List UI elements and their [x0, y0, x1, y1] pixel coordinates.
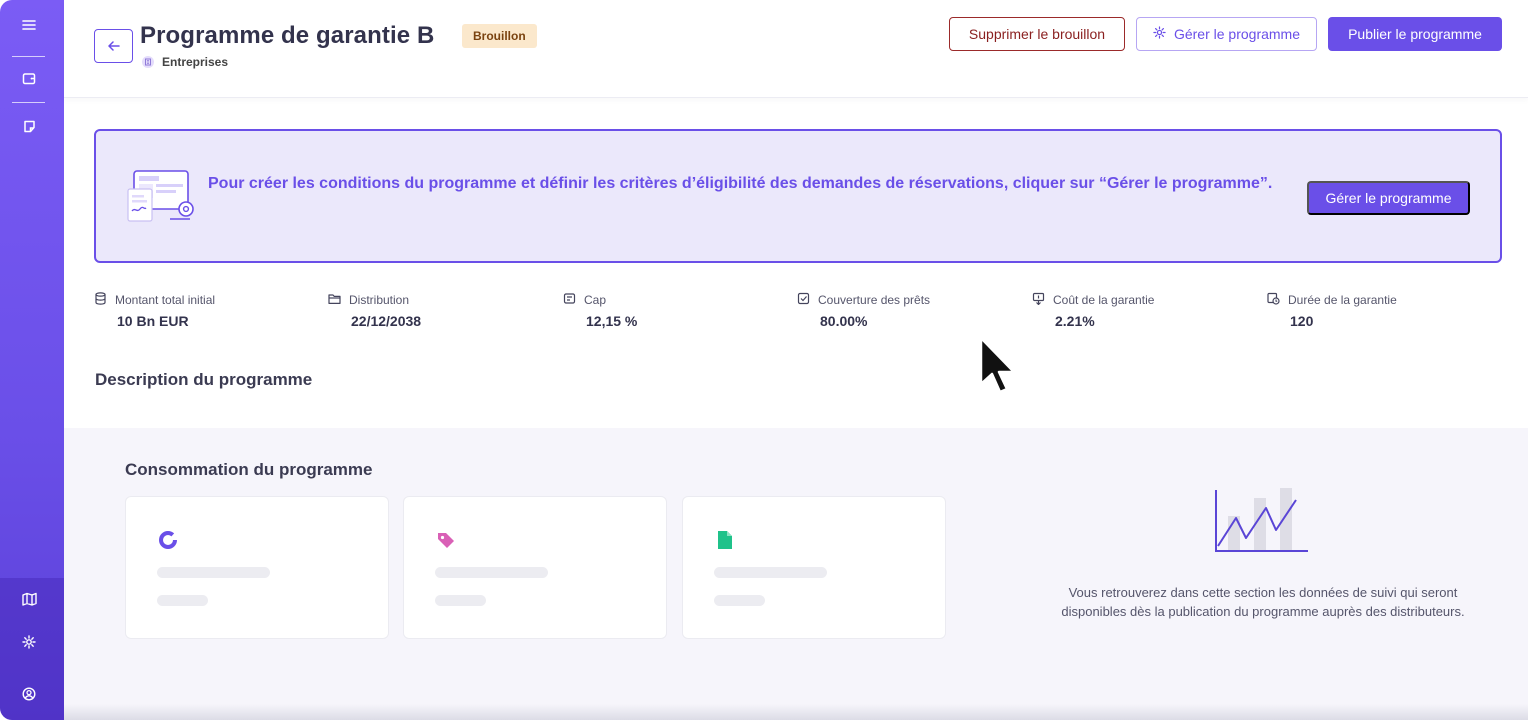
- skeleton-line: [714, 595, 765, 606]
- stat-loan-coverage: Couverture des prêts 80.00%: [797, 292, 930, 329]
- gear-icon[interactable]: [20, 633, 38, 651]
- document-icon: [714, 529, 736, 551]
- stat-guarantee-cost: Coût de la garantie 2.21%: [1032, 292, 1154, 329]
- donut-chart-icon: [157, 529, 179, 551]
- consumption-card: [125, 496, 389, 639]
- building-icon: [142, 56, 154, 68]
- stat-cap: Cap 12,15 %: [563, 292, 637, 329]
- consumption-title: Consommation du programme: [125, 460, 373, 479]
- stat-value: 80.00%: [820, 313, 868, 329]
- stat-label: Coût de la garantie: [1053, 293, 1155, 307]
- publish-program-button[interactable]: Publier le programme: [1328, 17, 1502, 51]
- stat-distribution: Distribution 22/12/2038: [328, 292, 421, 329]
- skeleton-line: [157, 595, 208, 606]
- skeleton-line: [714, 567, 827, 578]
- consumption-card: [403, 496, 667, 639]
- stat-label: Couverture des prêts: [818, 293, 931, 307]
- stat-value: 10 Bn EUR: [117, 313, 189, 329]
- tag-icon: [435, 529, 457, 551]
- program-stats: Montant total initial 10 Bn EUR Distribu…: [94, 292, 1502, 332]
- wallet-icon[interactable]: [20, 69, 38, 87]
- empty-state-message: Vous retrouverez dans cette section les …: [1061, 585, 1465, 619]
- arrow-left-icon: [107, 38, 120, 54]
- menu-icon[interactable]: [20, 16, 38, 34]
- skeleton-line: [157, 567, 270, 578]
- user-icon[interactable]: [20, 685, 38, 703]
- duration-icon: [1267, 292, 1280, 308]
- banner-manage-program-button[interactable]: Gérer le programme: [1307, 181, 1470, 215]
- coverage-icon: [797, 292, 810, 308]
- cap-icon: [563, 292, 576, 308]
- manage-program-button[interactable]: Gérer le programme: [1136, 17, 1317, 51]
- stat-value: 12,15 %: [586, 313, 638, 329]
- stat-guarantee-duration: Durée de la garantie 120: [1267, 292, 1397, 329]
- chart-placeholder-icon: [1215, 488, 1308, 552]
- cost-icon: [1032, 292, 1045, 308]
- back-button[interactable]: [94, 29, 133, 63]
- consumption-section: Consommation du programme Vous retrouver…: [64, 428, 1528, 710]
- mouse-cursor-icon: [979, 336, 1016, 394]
- manage-program-label: Gérer le programme: [1173, 26, 1301, 42]
- delete-draft-button[interactable]: Supprimer le brouillon: [949, 17, 1125, 51]
- banner-message: Pour créer les conditions du programme e…: [208, 175, 1273, 192]
- stat-label: Distribution: [349, 293, 410, 307]
- sidebar-divider: [12, 102, 45, 103]
- program-category: Entreprises: [142, 55, 228, 69]
- dashboard-illustration-icon: [127, 170, 194, 222]
- map-icon[interactable]: [20, 590, 38, 608]
- stat-value: 120: [1290, 313, 1314, 329]
- stat-value: 22/12/2038: [351, 313, 422, 329]
- subtitle-text: Entreprises: [162, 55, 229, 69]
- skeleton-line: [435, 567, 548, 578]
- description-title: Description du programme: [95, 370, 313, 389]
- stat-total-amount: Montant total initial 10 Bn EUR: [94, 292, 215, 329]
- page-title: Programme de garantie B: [140, 22, 435, 49]
- stat-label: Montant total initial: [115, 293, 216, 307]
- info-banner: Pour créer les conditions du programme e…: [94, 129, 1502, 263]
- sidebar-divider: [12, 56, 45, 57]
- skeleton-line: [435, 595, 486, 606]
- stat-label: Durée de la garantie: [1288, 293, 1397, 307]
- note-icon[interactable]: [20, 117, 38, 135]
- database-icon: [94, 292, 107, 308]
- consumption-card: [682, 496, 946, 639]
- page-header: Programme de garantie B Brouillon Entrep…: [64, 0, 1528, 98]
- status-badge: Brouillon: [462, 24, 537, 48]
- footer-shadow: [64, 704, 1528, 720]
- gear-icon: [1153, 26, 1166, 42]
- stat-value: 2.21%: [1055, 313, 1095, 329]
- sidebar: [0, 0, 64, 720]
- folder-icon: [328, 292, 341, 308]
- stat-label: Cap: [584, 293, 607, 307]
